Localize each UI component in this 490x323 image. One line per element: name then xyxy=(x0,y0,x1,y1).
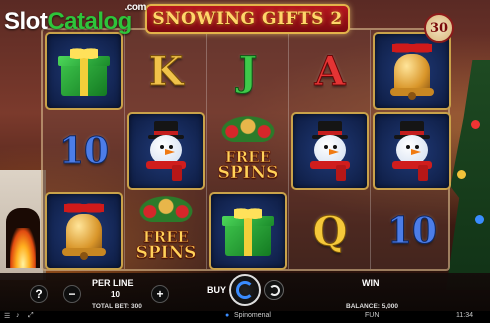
snowman-icon xyxy=(384,121,440,181)
symbol-snowman xyxy=(127,112,205,190)
fire-flame xyxy=(10,228,36,268)
symbol-snowman xyxy=(373,112,451,190)
christmas-tree xyxy=(446,60,490,290)
free-spins-line2: SPINS xyxy=(135,243,197,263)
reel-separator xyxy=(370,30,371,269)
reel-separator xyxy=(288,30,289,269)
spinomenal-logo-icon: ● xyxy=(225,312,230,319)
logo-com: .com xyxy=(124,2,147,13)
symbol-ten: 10 xyxy=(45,112,123,190)
autoplay-icon xyxy=(268,284,280,296)
free-spins-line2: SPINS xyxy=(217,163,279,183)
symbol-a: A xyxy=(291,32,369,110)
clock: 11:34 xyxy=(456,312,473,319)
win-label: WIN xyxy=(362,278,380,288)
logo-catalog: Catalog xyxy=(47,8,132,35)
tree-ornament xyxy=(475,215,484,224)
lines-count: 30 xyxy=(429,20,449,36)
help-button[interactable]: ? xyxy=(30,285,48,303)
reel-separator xyxy=(124,30,125,269)
free-spins-icon: FREE SPINS xyxy=(211,114,285,188)
gift-icon xyxy=(57,44,111,96)
game-mode: FUN xyxy=(365,312,380,319)
menu-icon[interactable]: ☰ xyxy=(4,312,10,320)
symbol-free-spins: FREE SPINS xyxy=(209,112,287,190)
sound-icon[interactable]: ♪ xyxy=(16,312,20,319)
balance: BALANCE: 5,000 xyxy=(346,303,399,310)
total-bet: TOTAL BET: 300 xyxy=(92,303,142,310)
fire-hole xyxy=(6,208,40,268)
tree-ornament xyxy=(471,120,480,129)
snowman-icon xyxy=(302,121,358,181)
tree-ornament xyxy=(457,170,466,179)
help-label: ? xyxy=(35,287,43,301)
lines-count-badge: 30 xyxy=(424,13,454,43)
spin-button[interactable] xyxy=(229,274,261,306)
fireplace xyxy=(0,170,46,280)
fullscreen-icon[interactable]: ⤢ xyxy=(28,312,34,320)
brand-name: Spinomenal xyxy=(234,312,271,319)
autoplay-button[interactable] xyxy=(264,280,284,300)
symbol-k: K xyxy=(127,32,205,110)
status-bar: ☰ ♪ ⤢ ● Spinomenal FUN 11:34 xyxy=(0,311,490,323)
symbol-j: J xyxy=(209,32,287,110)
spin-icon xyxy=(236,281,254,299)
symbol-a-text: A xyxy=(314,47,346,95)
logo-slot: Slot xyxy=(4,8,48,35)
symbol-q: Q xyxy=(291,192,369,270)
bell-icon xyxy=(386,40,438,100)
symbol-ten-text: 10 xyxy=(386,210,438,253)
symbol-ten-text: 10 xyxy=(58,130,110,173)
buy-button[interactable]: BUY xyxy=(207,285,226,295)
symbol-gift xyxy=(209,192,287,270)
bell-icon xyxy=(58,200,110,260)
reels-grid: 10 K FREE SPINS J FREE SPINS A Q 10 xyxy=(41,28,451,271)
increase-bet-button[interactable]: + xyxy=(151,285,169,303)
symbol-bell xyxy=(373,32,451,110)
symbol-snowman xyxy=(291,112,369,190)
per-line-label: PER LINE xyxy=(92,278,134,288)
game-title: SNOWING GIFTS 2 xyxy=(152,9,343,29)
symbol-ten: 10 xyxy=(373,192,451,270)
game-title-banner: SNOWING GIFTS 2 xyxy=(145,4,350,34)
snowman-icon xyxy=(138,121,194,181)
symbol-gift xyxy=(45,32,123,110)
free-spins-icon: FREE SPINS xyxy=(129,194,203,268)
per-line-value: 10 xyxy=(111,290,120,299)
symbol-bell xyxy=(45,192,123,270)
game-stage: SlotCatalog.com SNOWING GIFTS 2 30 10 K xyxy=(0,0,490,323)
decrease-bet-button[interactable]: − xyxy=(63,285,81,303)
plus-icon: + xyxy=(156,287,164,301)
symbol-free-spins: FREE SPINS xyxy=(127,192,205,270)
gift-icon xyxy=(221,204,275,256)
slotcatalog-logo: SlotCatalog .com xyxy=(4,2,146,36)
symbol-j-text: J xyxy=(238,47,258,95)
minus-icon: − xyxy=(68,287,76,301)
symbol-q-text: Q xyxy=(312,207,348,255)
reel-separator xyxy=(206,30,207,269)
symbol-k-text: K xyxy=(148,47,184,95)
